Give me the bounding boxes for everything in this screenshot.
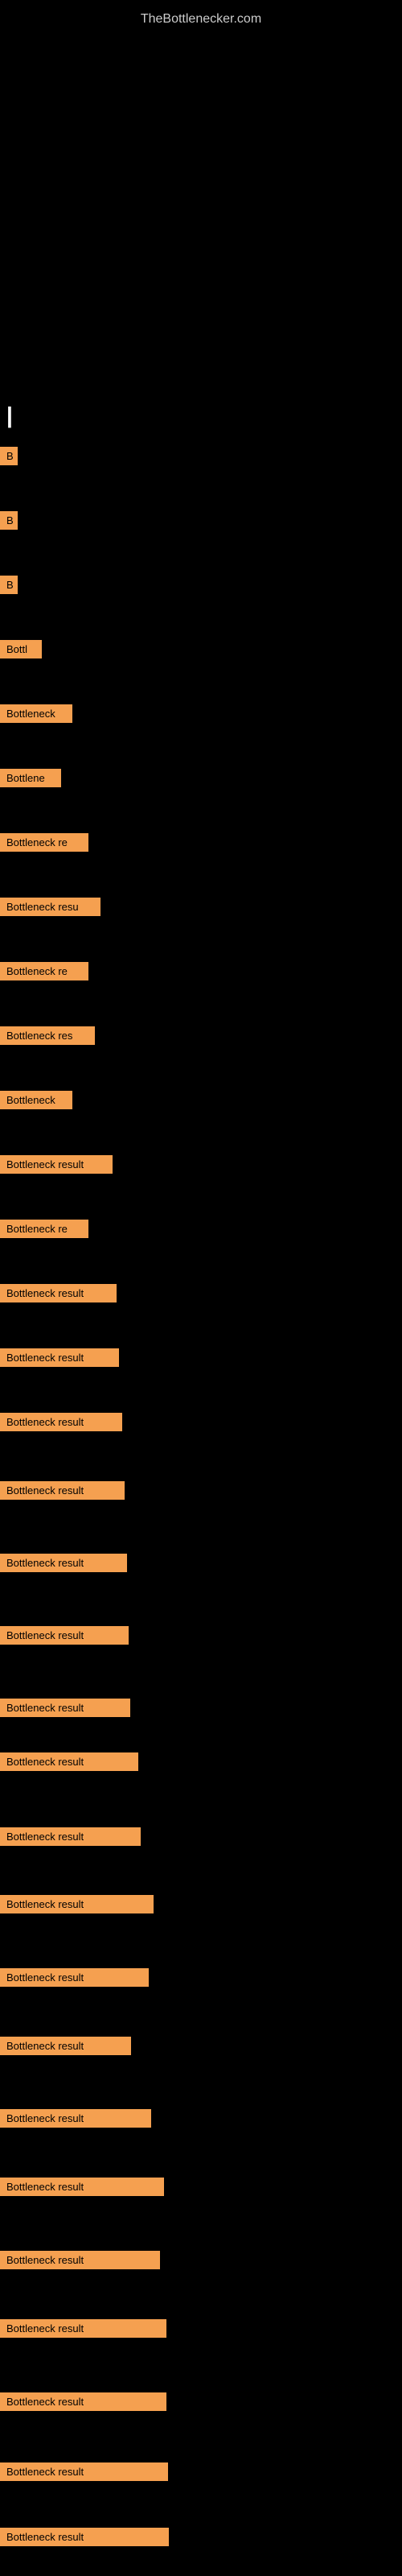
bottleneck-result-item[interactable]: Bottleneck result xyxy=(0,1554,127,1572)
bottleneck-result-item[interactable]: Bottleneck result xyxy=(0,1413,122,1431)
bottleneck-result-item[interactable]: Bottleneck result xyxy=(0,2462,168,2481)
bottleneck-result-item[interactable]: Bottleneck res xyxy=(0,1026,95,1045)
bottleneck-result-item[interactable]: Bottl xyxy=(0,640,42,658)
bottleneck-result-item[interactable]: Bottleneck xyxy=(0,1091,72,1109)
site-title: TheBottlenecker.com xyxy=(0,4,402,31)
bottleneck-result-item[interactable]: Bottlene xyxy=(0,769,61,787)
bottleneck-result-item[interactable]: Bottleneck result xyxy=(0,2251,160,2269)
bottleneck-result-item[interactable]: Bottleneck result xyxy=(0,1626,129,1645)
bottleneck-result-item[interactable]: Bottleneck result xyxy=(0,1752,138,1771)
bottleneck-result-item[interactable]: Bottleneck resu xyxy=(0,898,100,916)
bottleneck-result-item[interactable]: Bottleneck result xyxy=(0,1968,149,1987)
bottleneck-result-item[interactable]: Bottleneck result xyxy=(0,1348,119,1367)
bottleneck-result-item[interactable]: B xyxy=(0,576,18,594)
bottleneck-result-item[interactable]: Bottleneck re xyxy=(0,962,88,980)
bottleneck-result-item[interactable]: Bottleneck result xyxy=(0,1481,125,1500)
bottleneck-result-item[interactable]: Bottleneck result xyxy=(0,1155,113,1174)
bottleneck-result-item[interactable]: Bottleneck re xyxy=(0,1220,88,1238)
bottleneck-result-item[interactable]: Bottleneck result xyxy=(0,1699,130,1717)
bottleneck-result-item[interactable]: Bottleneck result xyxy=(0,2037,131,2055)
bottleneck-result-item[interactable]: Bottleneck result xyxy=(0,1895,154,1913)
bottleneck-result-item[interactable]: Bottleneck xyxy=(0,704,72,723)
bottleneck-result-item[interactable]: Bottleneck result xyxy=(0,2319,166,2338)
bottleneck-result-item[interactable]: Bottleneck result xyxy=(0,1827,141,1846)
bottleneck-result-item[interactable]: Bottleneck re xyxy=(0,833,88,852)
bottleneck-result-item[interactable]: Bottleneck result xyxy=(0,2178,164,2196)
bottleneck-result-item[interactable]: Bottleneck result xyxy=(0,1284,117,1302)
bottleneck-result-item[interactable]: Bottleneck result xyxy=(0,2392,166,2411)
bottleneck-result-item[interactable]: Bottleneck result xyxy=(0,2109,151,2128)
bottleneck-result-item[interactable]: Bottleneck result xyxy=(0,2528,169,2546)
bottleneck-result-item[interactable]: B xyxy=(0,447,18,465)
bottleneck-result-item[interactable]: B xyxy=(0,511,18,530)
cursor-indicator: | xyxy=(6,402,13,428)
